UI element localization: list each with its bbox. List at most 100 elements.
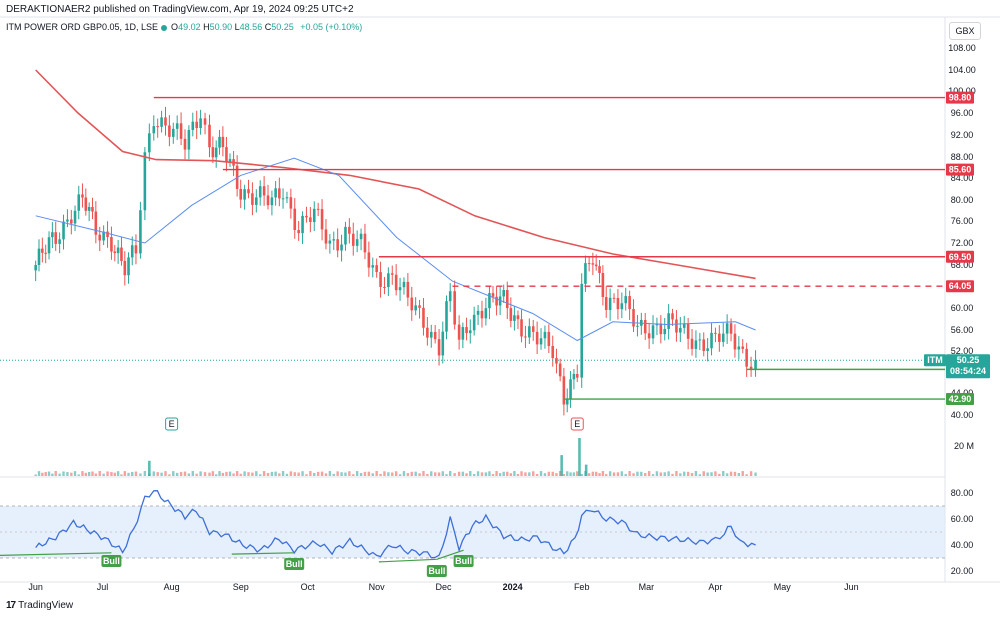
volume-bar <box>737 472 741 476</box>
volume-bar <box>195 473 198 476</box>
bull-label: Bull <box>455 556 472 566</box>
candle-body <box>565 399 569 405</box>
candle-body <box>516 315 520 320</box>
volume-bar <box>34 474 37 476</box>
volume-bar <box>62 471 65 476</box>
volume-bar <box>262 471 266 476</box>
bull-label: Bull <box>103 556 120 566</box>
candle-body <box>587 263 591 265</box>
volume-bar <box>569 472 572 476</box>
price-axis-label: 96.00 <box>951 108 974 118</box>
candle-body <box>671 313 674 320</box>
price-axis-label: 76.00 <box>951 216 974 226</box>
volume-bar <box>120 474 123 476</box>
candle-body <box>543 331 547 339</box>
volume-bar <box>127 472 130 476</box>
candle-body <box>682 323 686 328</box>
candle-body <box>336 239 339 251</box>
price-chart[interactable]: 108.00104.00100.0096.0092.0088.0084.0080… <box>0 0 1000 618</box>
bull-label: Bull <box>286 559 303 569</box>
candle-body <box>426 327 429 338</box>
volume-bar <box>123 471 127 476</box>
candle-body <box>601 272 605 298</box>
volume-bar <box>655 471 659 476</box>
candle-body <box>572 373 576 380</box>
candle-body <box>98 234 102 241</box>
volume-bar <box>710 472 713 476</box>
volume-bar <box>305 474 308 476</box>
time-axis-label: Mar <box>639 582 655 592</box>
volume-bar <box>77 474 80 476</box>
volume-bar <box>498 473 502 476</box>
candle-body <box>183 138 187 150</box>
candle-body <box>305 215 308 218</box>
volume-bar <box>566 471 569 476</box>
volume-bar <box>402 471 406 476</box>
volume-bar <box>698 474 702 476</box>
volume-spike <box>584 464 588 476</box>
candle-body <box>363 233 367 253</box>
volume-bar <box>309 471 312 476</box>
volume-bar <box>509 473 513 476</box>
volume-bar <box>516 474 520 476</box>
volume-axis-label: 20 M <box>954 441 974 451</box>
volume-bar <box>232 473 235 476</box>
candle-body <box>203 118 207 125</box>
volume-bar <box>255 471 258 476</box>
candle-body <box>445 301 448 332</box>
volume-bar <box>749 471 753 476</box>
candle-body <box>44 252 47 254</box>
candle-body <box>679 327 682 333</box>
volume-bar <box>495 471 498 476</box>
candle-body <box>168 125 171 137</box>
volume-bar <box>152 471 155 476</box>
candle-body <box>698 339 702 341</box>
candle-body <box>156 126 159 128</box>
candle-body <box>741 346 745 349</box>
volume-bar <box>587 473 591 476</box>
level-label: 64.05 <box>949 281 972 291</box>
candle-body <box>620 303 624 310</box>
candle-body <box>34 265 37 271</box>
candle-body <box>316 208 320 210</box>
time-axis-label: Aug <box>164 582 180 592</box>
time-axis-label: May <box>774 582 792 592</box>
volume-bar <box>336 471 339 476</box>
candle-body <box>702 339 706 351</box>
level-label: 42.90 <box>949 394 972 404</box>
volume-bar <box>47 471 51 476</box>
candle-body <box>612 297 616 299</box>
volume-bar <box>208 472 211 476</box>
candle-body <box>81 194 84 198</box>
candle-body <box>448 291 452 302</box>
volume-bar <box>274 471 277 476</box>
rsi-axis-label: 80.00 <box>951 488 974 498</box>
candle-body <box>70 219 73 224</box>
volume-spike <box>578 438 581 476</box>
candle-body <box>160 117 163 127</box>
volume-bar <box>461 471 465 476</box>
candle-body <box>604 297 608 310</box>
time-axis-label: Jun <box>844 582 859 592</box>
candle-body <box>281 198 285 200</box>
volume-bar <box>172 471 175 476</box>
volume-bar <box>754 472 757 476</box>
volume-bar <box>472 473 476 476</box>
volume-bar <box>453 473 456 476</box>
candle-body <box>659 323 663 335</box>
volume-bar <box>594 471 598 476</box>
level-label: 69.50 <box>949 252 972 262</box>
last-price-label: 50.25 <box>957 355 980 365</box>
candle-body <box>651 325 655 339</box>
candle-body <box>502 289 506 297</box>
volume-bar <box>203 472 207 476</box>
candle-body <box>406 281 410 298</box>
candle-body <box>667 313 670 329</box>
volume-bar <box>644 473 647 476</box>
volume-bar <box>601 471 605 476</box>
volume-bar <box>239 473 242 476</box>
volume-bar <box>725 473 729 476</box>
level-label: 98.80 <box>949 93 972 103</box>
candle-body <box>584 263 587 284</box>
volume-bar <box>591 471 595 476</box>
